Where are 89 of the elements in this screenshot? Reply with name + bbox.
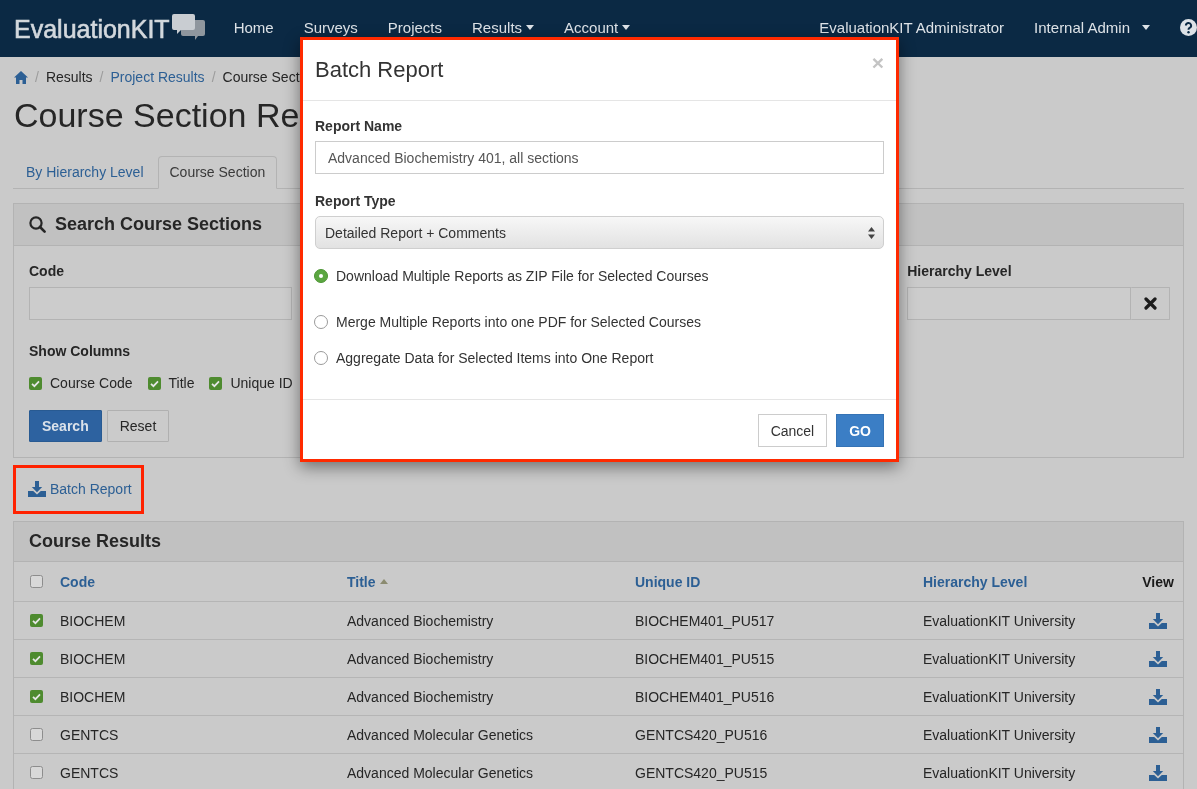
panel-title: Search Course Sections [55, 214, 263, 235]
brand-name: EvaluationKIT [14, 13, 170, 44]
select-arrows-icon [868, 226, 875, 239]
nav-link[interactable]: Results [457, 17, 550, 38]
nav-link[interactable]: Account [549, 17, 646, 38]
radio-label: Merge Multiple Reports into one PDF for Selected Courses [336, 313, 701, 332]
download-icon[interactable] [1149, 650, 1167, 667]
checkbox-label: Title [168, 374, 195, 393]
clear-icon [1143, 297, 1157, 310]
download-icon [28, 481, 46, 497]
tab[interactable]: Course Section [157, 156, 278, 189]
search-icon [29, 216, 46, 233]
checkbox[interactable] [209, 376, 223, 390]
breadcrumb-separator: / [34, 69, 40, 85]
checkbox[interactable] [147, 376, 161, 390]
table-cell: BIOCHEM401_PU516 [635, 688, 775, 705]
tab[interactable]: By Hierarchy Level [14, 156, 156, 189]
table-cell: GENTCS420_PU516 [635, 726, 768, 743]
secondary-button[interactable]: Cancel [757, 414, 828, 447]
batch-report-link[interactable]: Batch Report [28, 479, 132, 499]
table-cell: EvaluationKIT University [923, 764, 1076, 781]
download-icon[interactable] [1149, 764, 1167, 781]
download-icon[interactable] [1149, 688, 1167, 705]
checkbox[interactable] [29, 376, 42, 390]
radio-label: Download Multiple Reports as ZIP File for Selected Courses [336, 267, 709, 286]
checkbox[interactable] [30, 652, 43, 665]
table-cell: BIOCHEM401_PU515 [635, 650, 775, 667]
table-cell: EvaluationKIT University [923, 688, 1076, 705]
table-cell: BIOCHEM [60, 612, 126, 629]
select-field[interactable]: Detailed Report + Comments [315, 216, 884, 249]
table-cell: Advanced Molecular Genetics [347, 764, 533, 781]
checkbox[interactable] [30, 575, 43, 588]
nav-link[interactable]: Projects [372, 17, 458, 38]
input-field[interactable] [907, 287, 1131, 320]
checkbox[interactable] [30, 614, 43, 627]
checkbox[interactable] [30, 766, 43, 779]
nav-link[interactable]: Surveys [288, 17, 373, 38]
column-header[interactable]: Unique ID [635, 573, 701, 590]
table-cell: EvaluationKIT University [923, 726, 1076, 743]
help-icon[interactable] [1180, 19, 1197, 36]
table-cell: Advanced Biochemistry [347, 650, 494, 667]
radio-button[interactable] [314, 351, 328, 365]
breadcrumb-link[interactable]: Project Results [110, 69, 205, 85]
primary-button[interactable]: GO [836, 414, 884, 447]
input-field[interactable] [29, 287, 292, 320]
column-header[interactable]: Title [347, 573, 388, 590]
input-field[interactable]: Advanced Biochemistry 401, all sections [315, 141, 884, 174]
breadcrumb-item: Results [45, 69, 93, 85]
table-cell: BIOCHEM401_PU517 [635, 612, 775, 629]
breadcrumb-item: Course Sect [222, 69, 300, 85]
column-header[interactable]: Code [60, 573, 95, 590]
checkbox[interactable] [30, 728, 43, 741]
home-icon[interactable] [14, 70, 28, 84]
table-cell: EvaluationKIT University [923, 612, 1076, 629]
field-label: Code [29, 262, 64, 281]
table-cell: EvaluationKIT University [923, 650, 1076, 667]
field-label: Show Columns [29, 342, 131, 361]
table-cell: GENTCS [60, 726, 119, 743]
table-cell: Advanced Biochemistry [347, 688, 494, 705]
table-cell: GENTCS420_PU515 [635, 764, 768, 781]
checkbox[interactable] [30, 690, 43, 703]
role-menu[interactable]: Internal Admin [1019, 17, 1165, 38]
secondary-button[interactable]: Reset [106, 410, 170, 442]
table-cell: BIOCHEM [60, 688, 126, 705]
field-label: Hierarchy Level [907, 262, 1012, 281]
radio-button[interactable] [314, 315, 328, 329]
checkbox-label: Unique ID [230, 374, 293, 393]
field-label: Report Type [315, 192, 396, 211]
radio-button[interactable] [314, 269, 328, 283]
breadcrumb-separator: / [98, 69, 105, 85]
radio-label: Aggregate Data for Selected Items into One Report [336, 349, 654, 368]
breadcrumb-separator: / [210, 69, 217, 85]
field-label: Report Name [315, 117, 403, 136]
clear-button[interactable] [1131, 287, 1170, 320]
table-cell: GENTCS [60, 764, 119, 781]
modal-title: Batch Report [315, 56, 444, 84]
table-cell: BIOCHEM [60, 650, 126, 667]
page-title: Course Section Re [14, 95, 300, 135]
table-cell: Advanced Biochemistry [347, 612, 494, 629]
download-icon[interactable] [1149, 726, 1167, 743]
column-header: View [1142, 573, 1174, 590]
panel-title: Course Results [29, 531, 162, 552]
checkbox-label: Course Code [50, 374, 133, 393]
primary-button[interactable]: Search [29, 410, 102, 442]
nav-link[interactable]: Home [218, 17, 289, 38]
column-header[interactable]: Hierarchy Level [923, 573, 1028, 590]
user-name: EvaluationKIT Administrator [818, 17, 1006, 38]
table-cell: Advanced Molecular Genetics [347, 726, 533, 743]
download-icon[interactable] [1149, 612, 1167, 629]
